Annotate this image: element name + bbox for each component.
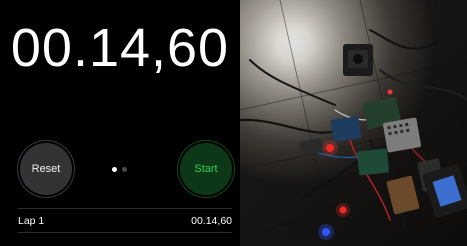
page-dot-inactive (122, 166, 127, 172)
reset-button[interactable]: Reset (20, 143, 72, 195)
page-dot-active (112, 166, 117, 172)
black-box (343, 44, 373, 76)
start-button-label: Start (194, 163, 218, 175)
lap-row: Lap 1 00.14,60 (18, 209, 232, 232)
composite-image: 00.14,60 Reset Start Lap 1 00.14,60 (0, 0, 467, 246)
circuit-photo-illustration (240, 0, 467, 246)
reset-button-label: Reset (31, 163, 61, 175)
page-indicator (112, 166, 140, 172)
stopwatch-screen: 00.14,60 Reset Start Lap 1 00.14,60 (0, 0, 240, 246)
lap-time: 00.14,60 (191, 214, 232, 227)
circuit-photo (240, 0, 467, 246)
start-button[interactable]: Start (180, 143, 232, 195)
lap-divider (18, 232, 232, 233)
elapsed-time-display: 00.14,60 (10, 18, 230, 78)
lap-label: Lap 1 (18, 214, 45, 227)
